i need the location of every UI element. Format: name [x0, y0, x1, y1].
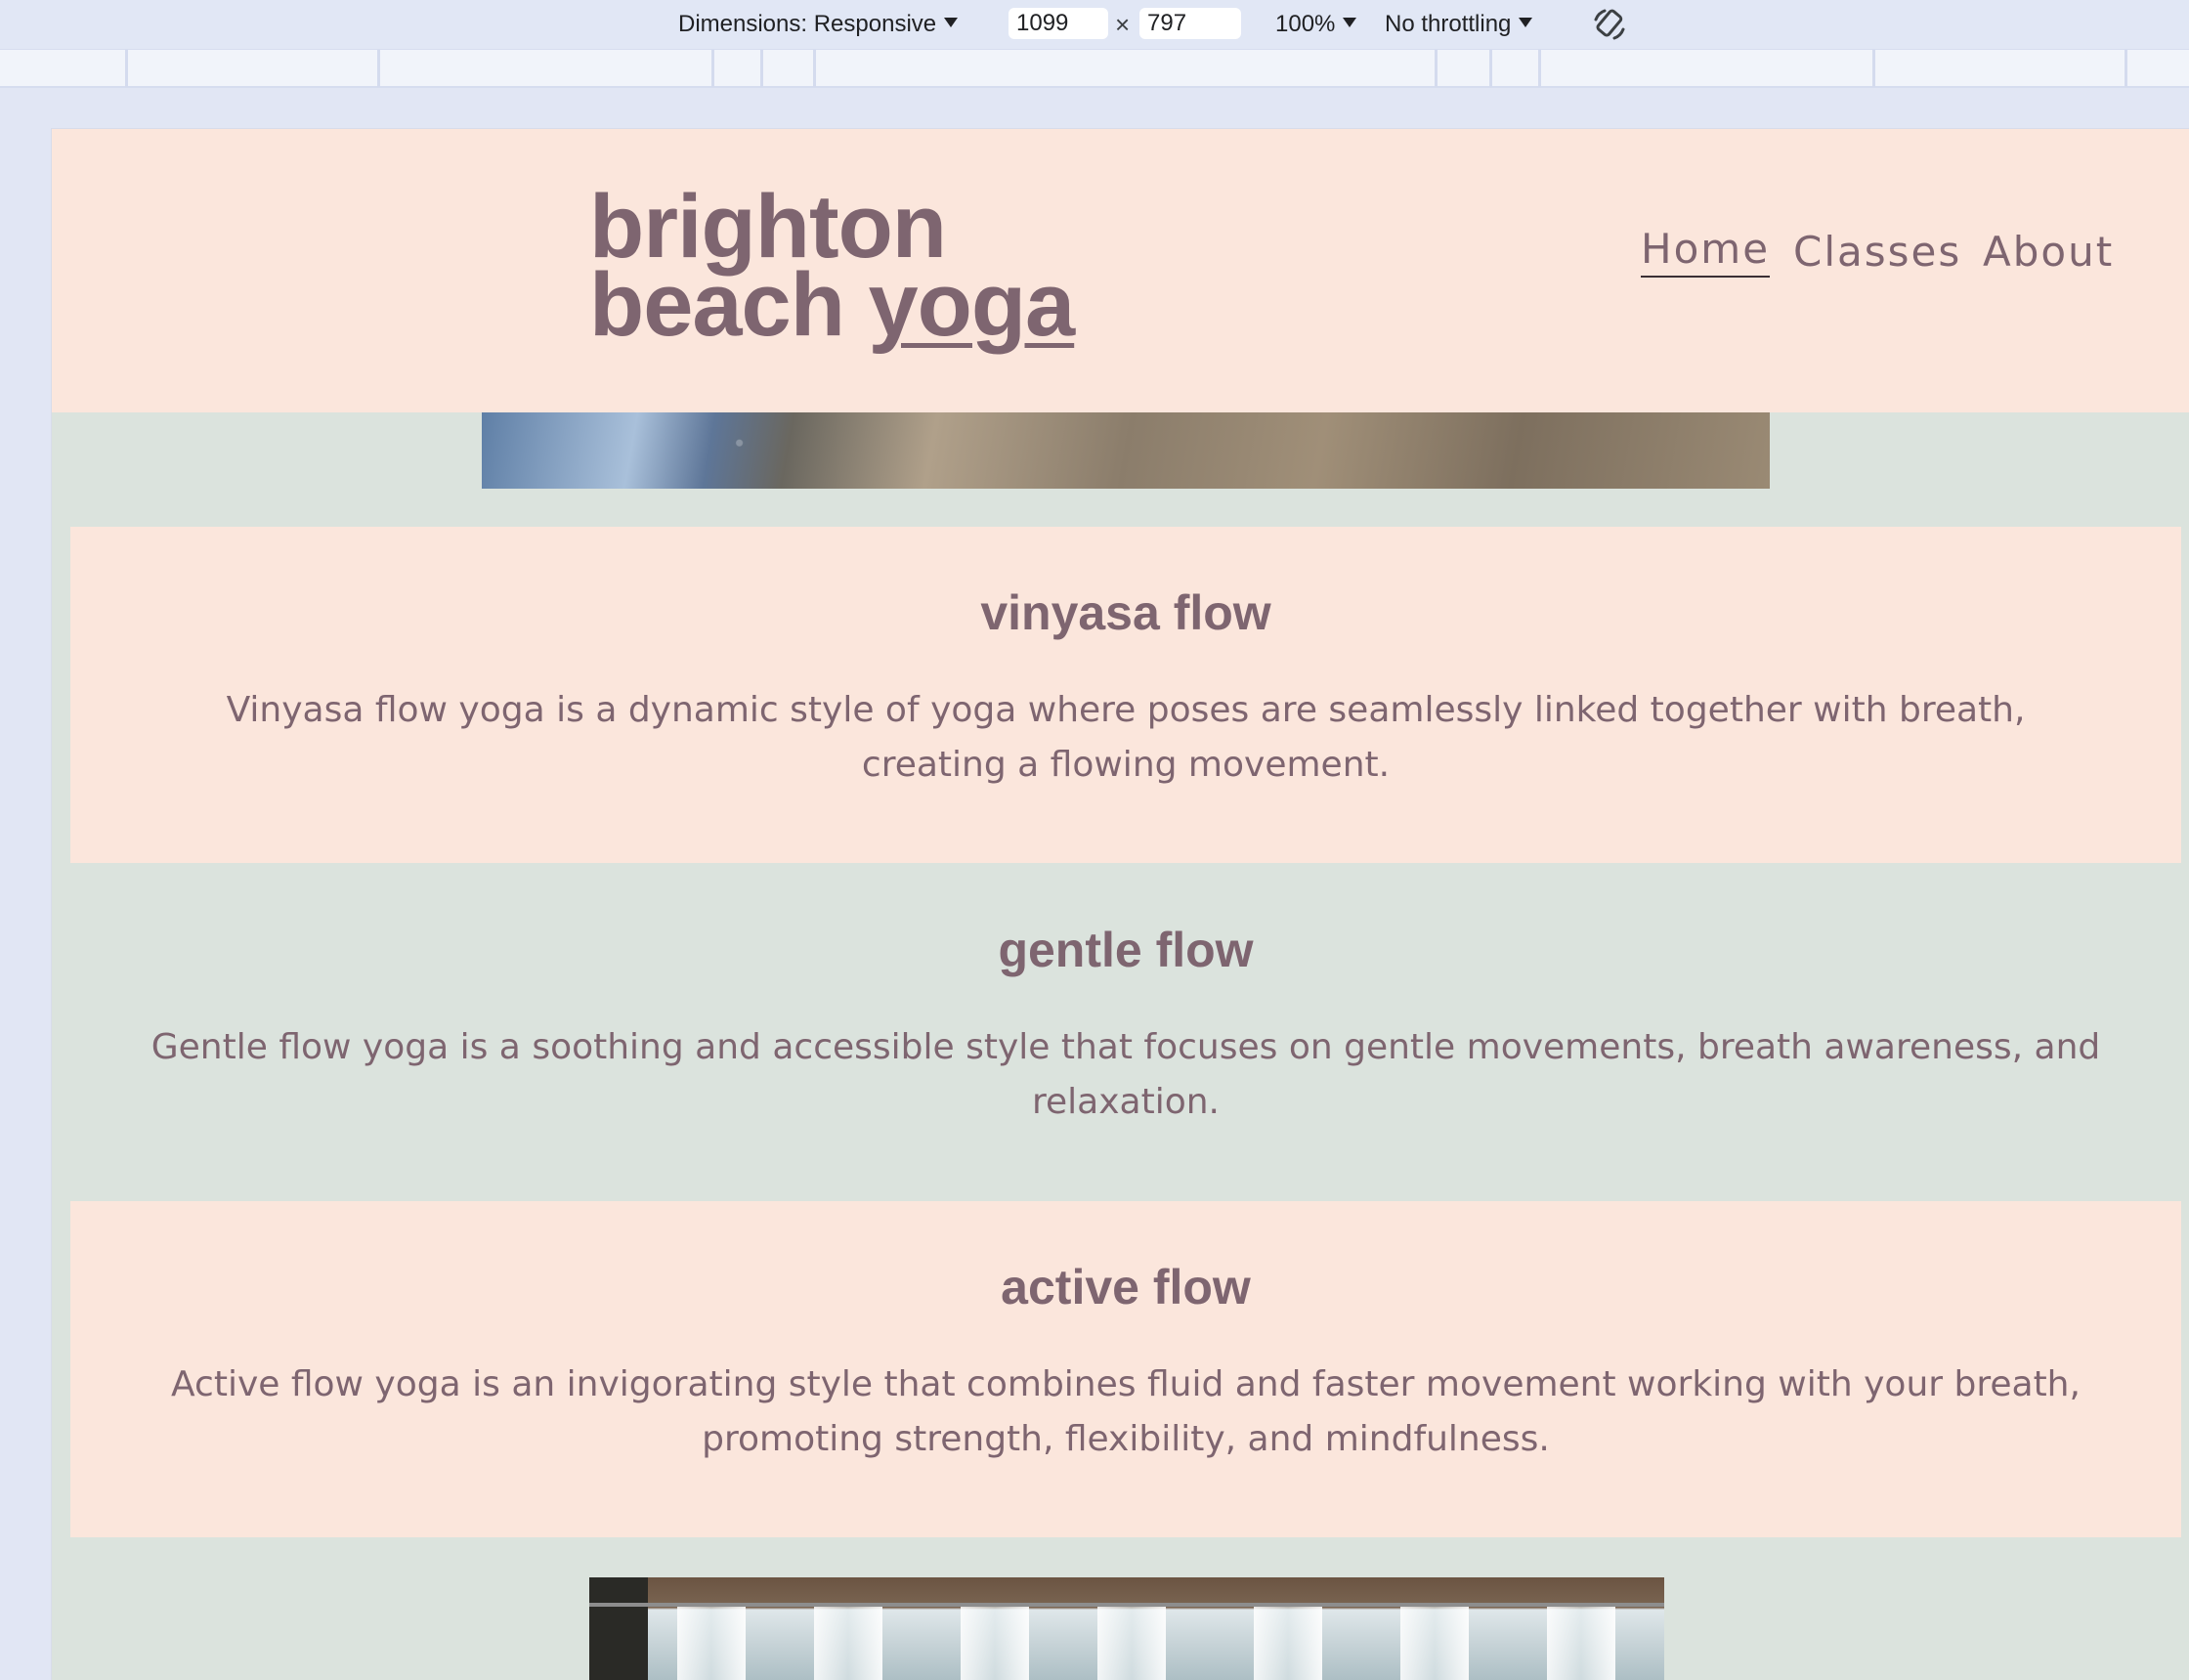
media-query-segment[interactable]	[1872, 50, 2125, 87]
throttling-label: No throttling	[1385, 11, 1512, 37]
chevron-down-icon	[944, 17, 959, 27]
media-query-segment[interactable]	[1435, 50, 1489, 87]
logo-line-2: beach yoga	[589, 260, 1137, 350]
studio-photo	[589, 1577, 1664, 1680]
class-title: active flow	[1001, 1260, 1251, 1314]
rotate-icon[interactable]	[1591, 6, 1628, 43]
class-card-vinyasa: vinyasa flow Vinyasa flow yoga is a dyna…	[70, 527, 2181, 863]
media-query-segment[interactable]	[377, 50, 711, 87]
zoom-dropdown[interactable]: 100%	[1275, 10, 1357, 39]
beach-photo	[482, 412, 1770, 489]
class-card-active: active flow Active flow yoga is an invig…	[70, 1201, 2181, 1537]
class-card-gentle: gentle flow Gentle flow yoga is a soothi…	[70, 864, 2181, 1200]
nav-about-link[interactable]: About	[1983, 223, 2114, 281]
nav-home-link[interactable]: Home	[1641, 223, 1771, 278]
media-query-segment[interactable]	[711, 50, 760, 87]
device-toolbar: Dimensions: Responsive 1099 × 797 100% N…	[0, 0, 2189, 49]
class-description: Gentle flow yoga is a soothing and acces…	[150, 1027, 2101, 1122]
nav-classes-link[interactable]: Classes	[1793, 223, 1961, 281]
media-query-segment[interactable]	[2125, 50, 2189, 87]
class-description: Active flow yoga is an invigorating styl…	[171, 1364, 2081, 1459]
media-query-segment[interactable]	[1489, 50, 1538, 87]
throttling-dropdown[interactable]: No throttling	[1385, 10, 1533, 39]
media-query-bar	[0, 49, 2189, 88]
page-viewport: brighton beach yoga Home Classes About v…	[51, 128, 2189, 1680]
dimension-separator: ×	[1115, 10, 1131, 39]
logo-line-1: brighton	[589, 177, 947, 277]
class-title: vinyasa flow	[980, 585, 1271, 640]
media-query-segment[interactable]	[125, 50, 377, 87]
site-header: brighton beach yoga Home Classes About	[52, 129, 2189, 412]
media-query-segment[interactable]	[813, 50, 1435, 87]
logo-yoga: yoga	[868, 255, 1075, 355]
class-description: Vinyasa flow yoga is a dynamic style of …	[226, 690, 2026, 785]
site-logo[interactable]: brighton beach yoga	[589, 177, 1137, 350]
class-title: gentle flow	[998, 923, 1254, 977]
width-input[interactable]: 1099	[1009, 8, 1108, 39]
dimensions-label: Dimensions: Responsive	[678, 11, 937, 37]
height-input[interactable]: 797	[1139, 8, 1241, 39]
media-query-segment[interactable]	[1538, 50, 1872, 87]
chevron-down-icon	[1343, 17, 1357, 27]
logo-beach: beach	[589, 255, 869, 355]
dimensions-dropdown[interactable]: Dimensions: Responsive	[678, 10, 959, 39]
media-query-segment[interactable]	[760, 50, 813, 87]
chevron-down-icon	[1519, 17, 1533, 27]
zoom-label: 100%	[1275, 11, 1336, 37]
